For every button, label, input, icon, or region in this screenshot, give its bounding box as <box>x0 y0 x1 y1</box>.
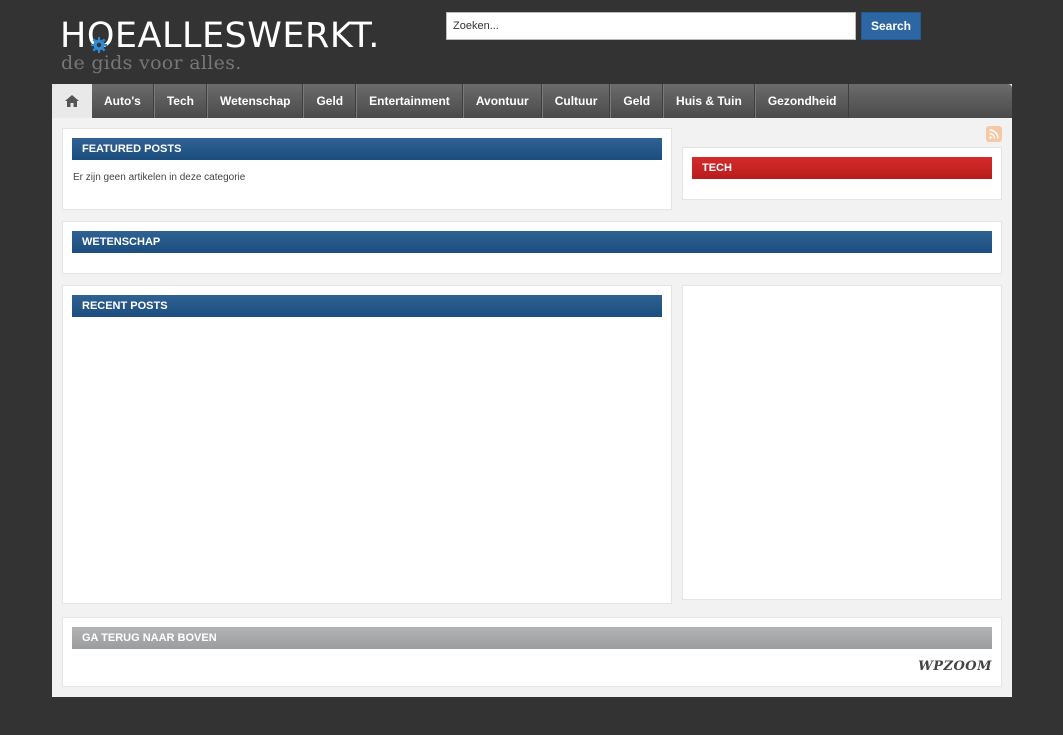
back-to-top-link[interactable]: GA TERUG NAAR BOVEN <box>72 627 992 649</box>
site-logo[interactable]: HOEALLESWERKT. de gids voor alles. <box>60 16 380 76</box>
main-nav: Auto's Tech Wetenschap Geld Entertainmen… <box>52 84 1012 118</box>
search-input[interactable] <box>446 12 856 40</box>
wetenschap-title: WETENSCHAP <box>72 231 992 253</box>
wetenschap-section: WETENSCHAP <box>62 221 1002 274</box>
recent-posts-section: RECENT POSTS <box>62 285 672 604</box>
gear-icon <box>91 37 107 53</box>
nav-item-avontuur[interactable]: Avontuur <box>462 84 542 118</box>
featured-posts-title: FEATURED POSTS <box>72 138 662 160</box>
nav-item-tech[interactable]: Tech <box>153 84 207 118</box>
rss-feed-icon <box>989 129 999 139</box>
footer-section: GA TERUG NAAR BOVEN WPZOOM <box>62 617 1002 687</box>
tech-widget-title: TECH <box>692 157 992 179</box>
nav-item-geld[interactable]: Geld <box>303 84 357 118</box>
nav-item-geld-2[interactable]: Geld <box>610 84 664 118</box>
nav-item-autos[interactable]: Auto's <box>92 84 154 118</box>
rss-icon[interactable] <box>986 126 1002 142</box>
nav-item-huis-tuin[interactable]: Huis & Tuin <box>663 84 755 118</box>
featured-empty-message: Er zijn geen artikelen in deze categorie <box>73 172 246 183</box>
featured-posts-section: FEATURED POSTS Er zijn geen artikelen in… <box>62 128 672 210</box>
home-icon <box>65 95 79 107</box>
search-button[interactable]: Search <box>861 12 921 40</box>
nav-item-cultuur[interactable]: Cultuur <box>541 84 611 118</box>
wpzoom-credit-logo[interactable]: WPZOOM <box>918 659 992 674</box>
nav-item-gezondheid[interactable]: Gezondheid <box>754 84 850 118</box>
main-wrapper: Auto's Tech Wetenschap Geld Entertainmen… <box>52 84 1012 697</box>
logo-title: HOEALLESWERKT. <box>60 16 380 56</box>
nav-home-button[interactable] <box>52 84 92 118</box>
recent-posts-title: RECENT POSTS <box>72 295 662 317</box>
nav-items: Auto's Tech Wetenschap Geld Entertainmen… <box>92 84 850 118</box>
tech-widget: TECH <box>682 147 1002 200</box>
sidebar-widget <box>682 285 1002 600</box>
nav-item-wetenschap[interactable]: Wetenschap <box>206 84 304 118</box>
logo-tagline: de gids voor alles. <box>61 52 242 74</box>
nav-item-entertainment[interactable]: Entertainment <box>356 84 463 118</box>
